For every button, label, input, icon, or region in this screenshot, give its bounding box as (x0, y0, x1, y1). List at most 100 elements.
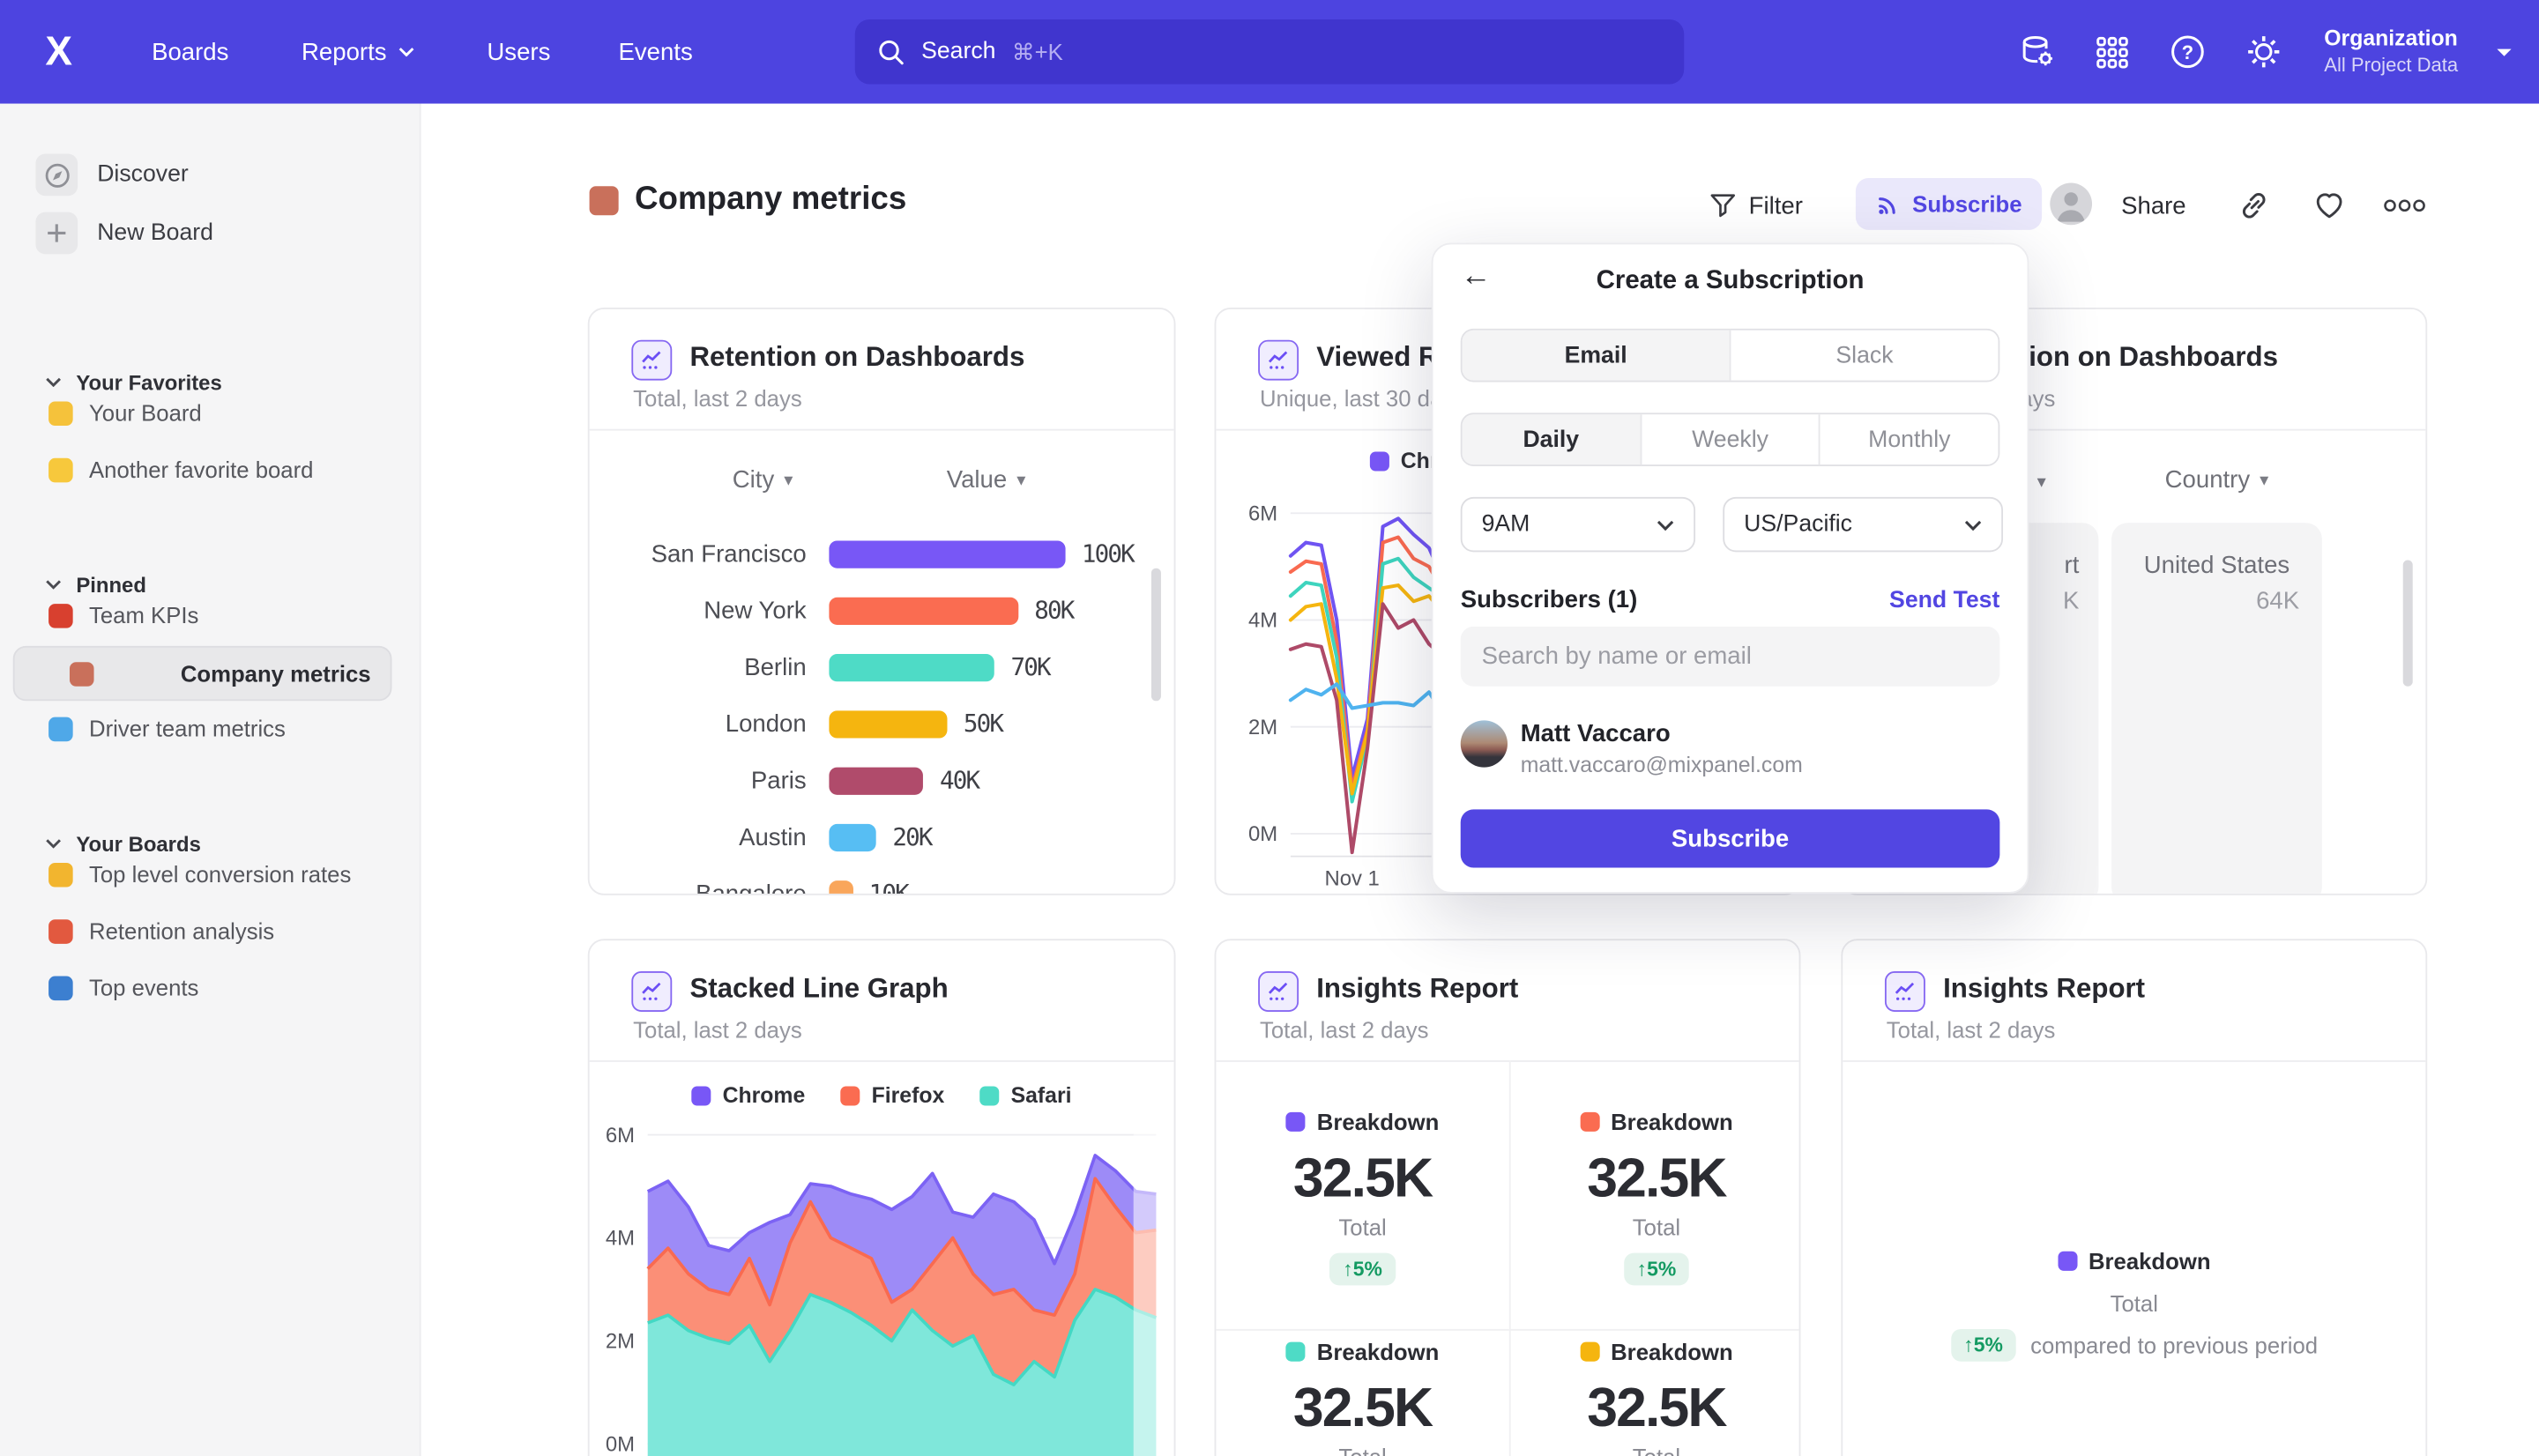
svg-text:6M: 6M (606, 1124, 635, 1148)
value-bar (829, 709, 947, 737)
org-switcher[interactable]: Organization All Project Data (2324, 26, 2458, 78)
column-header-city[interactable]: City▾ (654, 466, 871, 494)
svg-text:2M: 2M (1248, 716, 1277, 739)
share-button[interactable]: Share (2121, 193, 2186, 220)
board-emoji-icon (48, 717, 73, 741)
report-chart-icon (1885, 971, 1925, 1012)
sidebar-item[interactable]: Retention analysis (13, 905, 392, 957)
insight-metric-cell[interactable]: Breakdown32.5KTotal↑5% (1216, 1329, 1508, 1456)
filter-button[interactable]: Filter (1749, 193, 1803, 220)
nav-reports[interactable]: Reports (302, 38, 414, 65)
card-title: Retention on Dashboards (689, 342, 1024, 375)
table-row[interactable]: Austin20K (590, 809, 1176, 864)
stacked-area-chart: 6M4M2M0M (590, 1103, 1166, 1456)
apps-grid-icon[interactable] (2094, 33, 2131, 71)
sidebar-item[interactable]: Your Board (13, 387, 392, 439)
card-stacked-line-graph: Stacked Line Graph Total, last 2 days Ch… (588, 939, 1176, 1456)
nav-users[interactable]: Users (487, 38, 550, 65)
delta-badge: ↑5% (1951, 1329, 2016, 1362)
time-select[interactable]: 9AM (1461, 497, 1695, 552)
board-emoji-icon (70, 661, 94, 686)
value-bar (829, 823, 876, 851)
table-row[interactable]: London50K (590, 696, 1176, 751)
sidebar-item[interactable]: Another favorite board (13, 443, 392, 495)
country-panel-us[interactable]: United States 64K (2111, 523, 2322, 895)
card-insights-report-grid: Insights Report Total, last 2 days Break… (1215, 939, 1801, 1456)
metric-sub: Total (1843, 1290, 2425, 1316)
sidebar-item[interactable]: Top events (13, 962, 392, 1014)
tab-daily[interactable]: Daily (1463, 414, 1642, 464)
table-row[interactable]: Bangalore10K (590, 866, 1176, 895)
sidebar-item[interactable]: Driver team metrics (13, 702, 392, 754)
user-avatar[interactable] (2050, 183, 2092, 226)
svg-text:0M: 0M (1248, 822, 1277, 846)
report-chart-icon (631, 971, 672, 1012)
subscriber-name: Matt Vaccaro (1521, 720, 1671, 747)
subscriber-search-input[interactable] (1461, 627, 2000, 687)
subscriber-avatar (1461, 720, 1508, 767)
card-title: Insights Report (1943, 973, 2145, 1006)
value-bar (829, 767, 923, 794)
insight-metric-cell[interactable]: Breakdown32.5KTotal↑5% (1216, 1060, 1508, 1329)
svg-text:2M: 2M (606, 1330, 635, 1354)
sidebar-item[interactable]: Top level conversion rates (13, 848, 392, 900)
board-canvas: Company metrics Filter Subscribe Share (421, 104, 2539, 1456)
report-chart-icon (1258, 340, 1299, 381)
favorite-heart-icon[interactable] (2312, 188, 2347, 222)
svg-text:6M: 6M (1248, 502, 1277, 526)
sidebar-item-discover[interactable]: Discover (0, 149, 421, 201)
sidebar-item-new-board[interactable]: New Board (0, 207, 421, 259)
tab-monthly[interactable]: Monthly (1820, 414, 1998, 464)
global-search-input[interactable]: Search ⌘+K (855, 19, 1684, 84)
tab-email[interactable]: Email (1463, 331, 1731, 381)
copy-link-icon[interactable] (2237, 189, 2270, 222)
subscriber-email: matt.vaccaro@mixpanel.com (1521, 753, 1803, 777)
nav-boards[interactable]: Boards (152, 38, 228, 65)
tab-weekly[interactable]: Weekly (1642, 414, 1820, 464)
svg-text:4M: 4M (1248, 609, 1277, 633)
card-subtitle: Total, last 2 days (1887, 1016, 2056, 1042)
help-icon[interactable]: ? (2169, 33, 2208, 71)
search-shortcut: ⌘+K (1012, 38, 1063, 65)
card-title: Stacked Line Graph (689, 973, 948, 1006)
modal-title: Create a Subscription (1433, 267, 2028, 296)
column-header-value[interactable]: Value▾ (897, 466, 1076, 494)
chevron-down-icon (1657, 519, 1674, 531)
insight-metric-cell[interactable]: Breakdown32.5KTotal↑5% (1509, 1329, 1801, 1456)
card-scrollbar[interactable] (2403, 561, 2413, 687)
data-warehouse-icon[interactable] (2018, 33, 2057, 71)
board-emoji-icon (48, 976, 73, 1000)
value-bar (829, 653, 994, 680)
tab-slack[interactable]: Slack (1731, 331, 1998, 381)
more-options-icon[interactable] (2384, 199, 2426, 212)
nav-events[interactable]: Events (618, 38, 692, 65)
value-bar (829, 880, 853, 895)
subscribe-submit-button[interactable]: Subscribe (1461, 809, 2000, 867)
subscribe-button[interactable]: Subscribe (1856, 178, 2042, 230)
card-scrollbar[interactable] (1151, 568, 1161, 702)
board-emoji-icon (48, 603, 73, 628)
channel-tabs: Email Slack (1461, 329, 2000, 383)
subscribers-label: Subscribers (1) (1461, 586, 1638, 613)
column-header-caret[interactable]: ▾ (2037, 471, 2046, 492)
timezone-select[interactable]: US/Pacific (1723, 497, 2003, 552)
table-row[interactable]: New York80K (590, 583, 1176, 637)
compass-icon (35, 153, 78, 196)
insight-metric-cell[interactable]: Breakdown32.5KTotal↑5% (1509, 1060, 1801, 1329)
create-subscription-modal: ← Create a Subscription Email Slack Dail… (1432, 243, 2029, 894)
sidebar-item[interactable]: Company metrics (13, 646, 392, 701)
filter-icon[interactable] (1709, 191, 1738, 220)
sidebar-item[interactable]: Team KPIs (13, 590, 392, 642)
chevron-down-icon (1964, 519, 1982, 531)
column-header-country[interactable]: Country▾ (2111, 466, 2322, 494)
table-row[interactable]: San Francisco100K (590, 526, 1176, 581)
settings-gear-icon[interactable] (2245, 33, 2283, 71)
svg-text:?: ? (2182, 41, 2193, 63)
table-row[interactable]: Paris40K (590, 753, 1176, 807)
screen: X Boards Reports Users Events Search ⌘+K (0, 0, 2539, 1456)
plus-icon (35, 212, 78, 255)
mixpanel-logo[interactable]: X (45, 28, 71, 75)
board-emoji (590, 185, 619, 214)
send-test-link[interactable]: Send Test (1889, 588, 1999, 613)
table-row[interactable]: Berlin70K (590, 640, 1176, 695)
